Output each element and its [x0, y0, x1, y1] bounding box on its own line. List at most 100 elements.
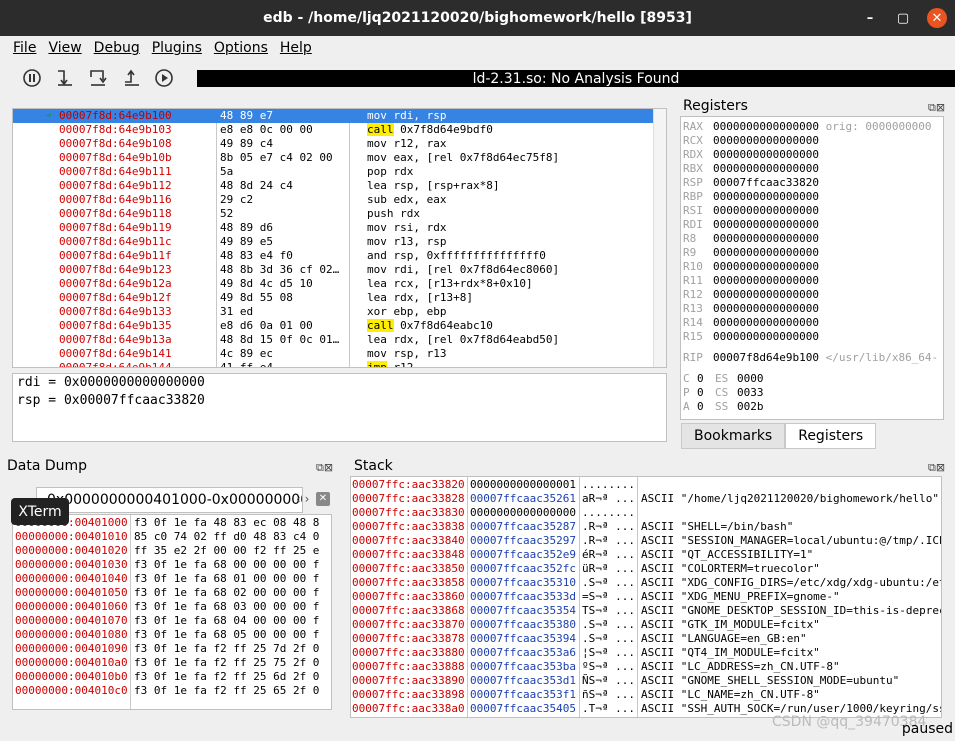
close-button[interactable]: ✕ [927, 8, 947, 28]
registers-panel[interactable]: RAX 0000000000000000 orig: 0000000000 RCX 0… [680, 116, 944, 420]
title-bar: edb - /home/ljq2021120020/bighomework/he… [0, 0, 955, 36]
menu-plugins[interactable]: Plugins [146, 40, 208, 56]
stack-row[interactable]: 00007ffc:aac33888 00007ffcaac353ba ºS¬ª ..… [351, 660, 941, 674]
tab-bookmarks[interactable]: Bookmarks [681, 423, 786, 449]
stack-row[interactable]: 00007ffc:aac33820 0000000000000001.......… [351, 478, 941, 492]
disasm-row[interactable]: 00007f8d:64e9b12a 49 8d 4c d5 10 lea rcx, … [13, 277, 653, 291]
minimize-button[interactable]: – [860, 8, 880, 28]
register-row[interactable]: R13 0000000000000000 [683, 302, 819, 316]
close-tab-icon[interactable]: ✕ [316, 492, 330, 506]
disasm-row[interactable]: 00007f8d:64e9b141 4c 89 ec mov rsp, r13 [13, 347, 653, 361]
stack-ascii: TS¬ª ... [582, 604, 635, 617]
stack-row[interactable]: 00007ffc:aac33878 00007ffcaac35394 .S¬ª ..… [351, 632, 941, 646]
stack-row[interactable]: 00007ffc:aac33828 00007ffcaac35261 aR¬ª ..… [351, 492, 941, 506]
disasm-row[interactable]: 00007f8d:64e9b119 48 89 d6 mov rsi, rdx [13, 221, 653, 235]
disasm-row[interactable]: 00007f8d:64e9b103 e8 e8 0c 00 00 call 0x7f… [13, 123, 653, 137]
disasm-row[interactable]: 00007f8d:64e9b111 5a pop rdx [13, 165, 653, 179]
stack-row[interactable]: 00007ffc:aac33860 00007ffcaac3533d =S¬ª ..… [351, 590, 941, 604]
stack-title: Stack [354, 458, 393, 474]
disasm-instruction: mov r13, rsp [367, 235, 446, 249]
stack-row[interactable]: 00007ffc:aac33870 00007ffcaac35380 .S¬ª ..… [351, 618, 941, 632]
disassembly-scrollbar[interactable] [653, 109, 666, 367]
disasm-row[interactable]: 00007f8d:64e9b133 31 ed xor ebp, ebp [13, 305, 653, 319]
dock-float-close-icons[interactable]: ⧉⊠ [928, 461, 945, 475]
register-row[interactable]: RBX 0000000000000000 [683, 162, 819, 176]
disasm-bytes: 29 c2 [220, 193, 254, 206]
register-row[interactable]: RDX 0000000000000000 [683, 148, 819, 162]
disasm-row[interactable]: ➜ 00007f8d:64e9b100 48 89 e7 mov rdi, rsp [13, 109, 653, 123]
register-row[interactable]: R15 0000000000000000 [683, 330, 819, 344]
step-into-icon[interactable] [53, 66, 77, 90]
register-row-rip[interactable]: RIP 00007f8d64e9b100 </usr/lib/x86_64- [683, 351, 938, 365]
disasm-row[interactable]: 00007f8d:64e9b11f 48 83 e4 f0 and rsp, 0xf… [13, 249, 653, 263]
stack-value: 0000000000000001 [470, 478, 576, 491]
stack-row[interactable]: 00007ffc:aac33830 0000000000000000.......… [351, 506, 941, 520]
step-out-icon[interactable] [120, 66, 144, 90]
stack-row[interactable]: 00007ffc:aac33850 00007ffcaac352fc üR¬ª ..… [351, 562, 941, 576]
tab-registers[interactable]: Registers [785, 423, 877, 449]
flag-row[interactable]: A 0 SS 002b [683, 400, 764, 414]
disasm-bytes: 48 8d 15 0f 0c 01… [220, 333, 340, 346]
register-row[interactable]: RAX 0000000000000000 orig: 0000000000 [683, 120, 932, 134]
stack-row[interactable]: 00007ffc:aac33838 00007ffcaac35287 .R¬ª ..… [351, 520, 941, 534]
register-row[interactable]: RSI 0000000000000000 [683, 204, 819, 218]
data-dump-range-tab[interactable]: 0x0000000000401000-0x0000000000 [36, 487, 303, 513]
disasm-row[interactable]: 00007f8d:64e9b144 41 ff e4 jmp r12 [13, 361, 653, 367]
dock-float-close-icons[interactable]: ⧉⊠ [928, 101, 945, 115]
disasm-row[interactable]: 00007f8d:64e9b118 52 push rdx [13, 207, 653, 221]
register-row[interactable]: RSP 00007ffcaac33820 [683, 176, 819, 190]
disasm-row[interactable]: 00007f8d:64e9b13a 48 8d 15 0f 0c 01… lea r… [13, 333, 653, 347]
disasm-row[interactable]: 00007f8d:64e9b10b 8b 05 e7 c4 02 00 mov ea… [13, 151, 653, 165]
disasm-row[interactable]: 00007f8d:64e9b108 49 89 c4 mov r12, rax [13, 137, 653, 151]
data-dump-view[interactable]: 00000000:00401000 f3 0f 1e fa 48 83 ec 08… [12, 514, 332, 710]
register-row[interactable]: RDI 0000000000000000 [683, 218, 819, 232]
disasm-row[interactable]: 00007f8d:64e9b123 48 8b 3d 36 cf 02… mov r… [13, 263, 653, 277]
stack-row[interactable]: 00007ffc:aac33848 00007ffcaac352e9 éR¬ª ..… [351, 548, 941, 562]
stack-ascii: =S¬ª ... [582, 590, 635, 603]
stack-row[interactable]: 00007ffc:aac33898 00007ffcaac353f1 ñS¬ª ..… [351, 688, 941, 702]
register-name: RDX [683, 148, 703, 161]
disasm-operands: 0x7f8d64eabc10 [400, 319, 493, 332]
stack-comment: ASCII "COLORTERM=truecolor" [641, 562, 820, 575]
register-row[interactable]: RBP 0000000000000000 [683, 190, 819, 204]
stack-row[interactable]: 00007ffc:aac33880 00007ffcaac353a6 ¦S¬ª ..… [351, 646, 941, 660]
register-value: 0000000000000000 [713, 120, 819, 133]
stack-address: 00007ffc:aac33880 [352, 646, 465, 659]
disassembly-view[interactable]: ➜ 00007f8d:64e9b100 48 89 e7 mov rdi, rsp 00… [12, 108, 667, 368]
menu-help[interactable]: Help [274, 40, 318, 56]
register-row[interactable]: R12 0000000000000000 [683, 288, 819, 302]
disasm-row[interactable]: 00007f8d:64e9b112 48 8d 24 c4 lea rsp, [rs… [13, 179, 653, 193]
disasm-row[interactable]: 00007f8d:64e9b11c 49 89 e5 mov r13, rsp [13, 235, 653, 249]
register-row[interactable]: R9 0000000000000000 [683, 246, 819, 260]
tab-scroll-arrows-icon[interactable]: ‹ › [296, 492, 309, 506]
stack-view[interactable]: 00007ffc:aac33820 0000000000000001.......… [350, 476, 942, 718]
register-row[interactable]: R8 0000000000000000 [683, 232, 819, 246]
run-icon[interactable] [152, 66, 176, 90]
register-name: RIP [683, 351, 703, 364]
register-value: 0000000000000000 [713, 134, 819, 147]
register-row[interactable]: RCX 0000000000000000 [683, 134, 819, 148]
disasm-row[interactable]: 00007f8d:64e9b12f 49 8d 55 08 lea rdx, [r1… [13, 291, 653, 305]
register-value: 00007f8d64e9b100 [713, 351, 819, 364]
maximize-button[interactable]: ▢ [893, 8, 913, 28]
step-over-icon[interactable] [86, 66, 110, 90]
data-dump-title: Data Dump [7, 458, 88, 474]
menu-view[interactable]: View [42, 40, 87, 56]
menu-file[interactable]: File [7, 40, 42, 56]
flag-row[interactable]: P 0 CS 0033 [683, 386, 764, 400]
stack-row[interactable]: 00007ffc:aac33890 00007ffcaac353d1 ÑS¬ª ..… [351, 674, 941, 688]
pause-icon[interactable] [20, 66, 44, 90]
dock-float-close-icons[interactable]: ⧉⊠ [316, 461, 333, 475]
menu-options[interactable]: Options [208, 40, 274, 56]
disasm-row[interactable]: 00007f8d:64e9b135 e8 d6 0a 01 00 call 0x7f… [13, 319, 653, 333]
flag-row[interactable]: C 0 ES 0000 [683, 372, 764, 386]
stack-row[interactable]: 00007ffc:aac33868 00007ffcaac35354 TS¬ª ..… [351, 604, 941, 618]
register-row[interactable]: R14 0000000000000000 [683, 316, 819, 330]
stack-value: 00007ffcaac35354 [470, 604, 576, 617]
register-row[interactable]: R10 0000000000000000 [683, 260, 819, 274]
menu-debug[interactable]: Debug [88, 40, 146, 56]
stack-row[interactable]: 00007ffc:aac33840 00007ffcaac35297 .R¬ª ..… [351, 534, 941, 548]
stack-row[interactable]: 00007ffc:aac33858 00007ffcaac35310 .S¬ª ..… [351, 576, 941, 590]
register-row[interactable]: R11 0000000000000000 [683, 274, 819, 288]
disasm-row[interactable]: 00007f8d:64e9b116 29 c2 sub edx, eax [13, 193, 653, 207]
